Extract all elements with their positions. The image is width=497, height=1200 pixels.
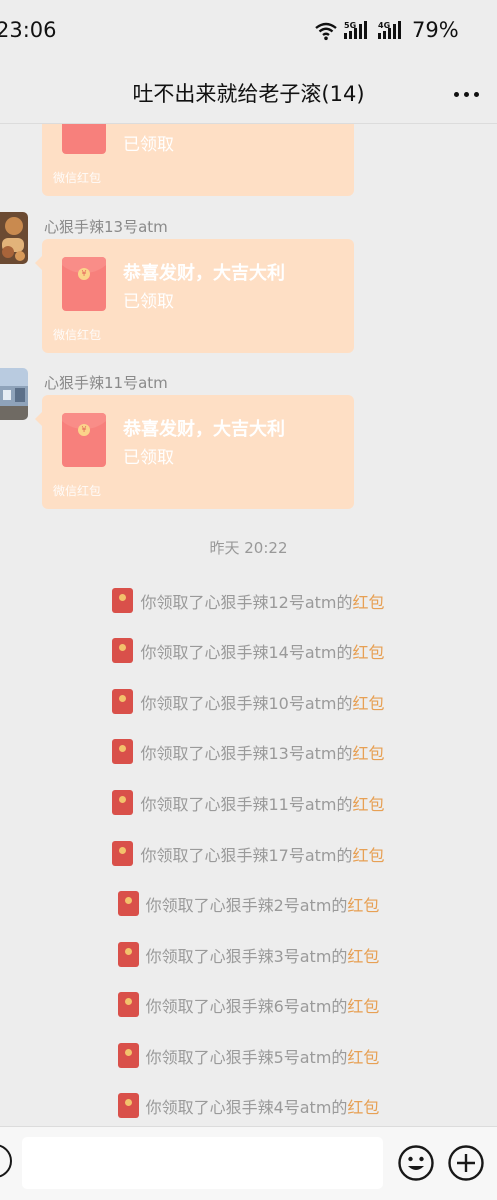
red-packet-icon[interactable]	[117, 992, 139, 1017]
red-packet-icon[interactable]	[112, 841, 134, 866]
system-notice: 你领取了心狠手辣6号atm的 红包	[0, 992, 497, 1017]
timestamp: 昨天 20:22	[209, 539, 288, 557]
signal-5g-icon: 5G	[344, 21, 367, 39]
chat-header: 吐不出来就给老子滚(14)	[0, 62, 497, 124]
notice-text: 你领取了心狠手辣10号atm的	[140, 693, 353, 713]
notice-text: 你领取了心狠手辣17号atm的	[140, 845, 353, 865]
system-notice: 你领取了心狠手辣2号atm的 红包	[0, 891, 497, 916]
red-packet-icon[interactable]	[112, 739, 134, 764]
plus-icon	[448, 1145, 484, 1181]
avatar-image	[0, 368, 28, 420]
packet-status: 已领取	[123, 292, 174, 312]
system-notice: 你领取了心狠手辣5号atm的 红包	[0, 1043, 497, 1068]
red-packet-message[interactable]: ¥ 恭喜发财，大吉大利 已领取 微信红包	[35, 395, 354, 509]
system-notice: 你领取了心狠手辣13号atm的 红包	[0, 739, 497, 764]
red-packet-link[interactable]: 红包	[353, 740, 385, 764]
red-packet-link[interactable]: 红包	[347, 993, 379, 1017]
system-notice: 你领取了心狠手辣14号atm的 红包	[0, 638, 497, 663]
red-packet-link[interactable]: 红包	[347, 1044, 379, 1068]
signal-4g-icon: 4G	[378, 21, 401, 39]
sender-name: 心狠手辣11号atm	[44, 374, 168, 392]
red-envelope-icon: ¥	[62, 124, 106, 154]
red-envelope-icon: ¥	[62, 257, 106, 311]
red-packet-link[interactable]: 红包	[347, 892, 379, 916]
status-icons: 5G 4G	[314, 20, 406, 42]
red-packet-icon[interactable]	[112, 689, 134, 714]
avatar-image	[0, 212, 28, 264]
notice-text: 你领取了心狠手辣5号atm的	[145, 1047, 348, 1067]
more-button[interactable]	[452, 84, 484, 104]
system-notice: 你领取了心狠手辣3号atm的 红包	[0, 942, 497, 967]
red-packet-icon[interactable]	[112, 588, 134, 613]
plus-button[interactable]	[447, 1144, 485, 1182]
sender-name: 心狠手辣13号atm	[44, 218, 168, 236]
red-packet-link[interactable]: 红包	[353, 639, 385, 663]
emoji-icon	[398, 1145, 434, 1181]
notice-text: 你领取了心狠手辣4号atm的	[145, 1097, 348, 1117]
status-bar: 23:06 5G 4G 79%	[0, 0, 497, 62]
chat-area[interactable]: ¥ 已领取 微信红包 心狠手辣13号atm ¥ 恭喜发财，大吉大利 已领取 微信…	[0, 124, 497, 1126]
red-packet-icon[interactable]	[117, 942, 139, 967]
avatar[interactable]	[0, 368, 28, 420]
packet-footer: 微信红包	[53, 171, 102, 185]
red-packet-link[interactable]: 红包	[353, 589, 385, 613]
notice-text: 你领取了心狠手辣3号atm的	[145, 946, 348, 966]
red-packet-icon[interactable]	[117, 1043, 139, 1068]
red-packet-link[interactable]: 红包	[347, 1094, 379, 1118]
red-packet-link[interactable]: 红包	[353, 791, 385, 815]
input-bar	[0, 1126, 497, 1200]
packet-footer: 微信红包	[53, 484, 102, 498]
notice-text: 你领取了心狠手辣11号atm的	[140, 794, 353, 814]
system-notice: 你领取了心狠手辣4号atm的 红包	[0, 1093, 497, 1118]
red-packet-message[interactable]: ¥ 恭喜发财，大吉大利 已领取 微信红包	[35, 239, 354, 353]
red-packet-icon[interactable]	[117, 891, 139, 916]
battery-percent: 79%	[412, 18, 459, 42]
emoji-button[interactable]	[397, 1144, 435, 1182]
system-notice: 你领取了心狠手辣11号atm的 红包	[0, 790, 497, 815]
system-notice: 你领取了心狠手辣10号atm的 红包	[0, 689, 497, 714]
red-packet-link[interactable]: 红包	[353, 842, 385, 866]
wifi-icon	[315, 22, 337, 41]
packet-status: 已领取	[123, 448, 174, 468]
notice-text: 你领取了心狠手辣13号atm的	[140, 743, 353, 763]
notice-text: 你领取了心狠手辣12号atm的	[140, 592, 353, 612]
notice-text: 你领取了心狠手辣14号atm的	[140, 642, 353, 662]
packet-title: 恭喜发财，大吉大利	[123, 419, 285, 440]
avatar[interactable]	[0, 212, 28, 264]
packet-status: 已领取	[123, 135, 174, 155]
red-packet-icon[interactable]	[117, 1093, 139, 1118]
packet-footer: 微信红包	[53, 328, 102, 342]
system-notice: 你领取了心狠手辣12号atm的 红包	[0, 588, 497, 613]
packet-title: 恭喜发财，大吉大利	[123, 263, 285, 284]
voice-button[interactable]	[0, 1144, 12, 1178]
status-time: 23:06	[0, 18, 57, 42]
message-input[interactable]	[22, 1137, 383, 1189]
red-packet-link[interactable]: 红包	[347, 943, 379, 967]
chat-title: 吐不出来就给老子滚(14)	[132, 82, 365, 106]
red-packet-message[interactable]: ¥ 已领取 微信红包	[42, 124, 354, 196]
red-packet-icon[interactable]	[112, 638, 134, 663]
system-notice: 你领取了心狠手辣17号atm的 红包	[0, 841, 497, 866]
notice-text: 你领取了心狠手辣2号atm的	[145, 895, 348, 915]
red-envelope-icon: ¥	[62, 413, 106, 467]
notice-text: 你领取了心狠手辣6号atm的	[145, 996, 348, 1016]
red-packet-icon[interactable]	[112, 790, 134, 815]
red-packet-link[interactable]: 红包	[353, 690, 385, 714]
